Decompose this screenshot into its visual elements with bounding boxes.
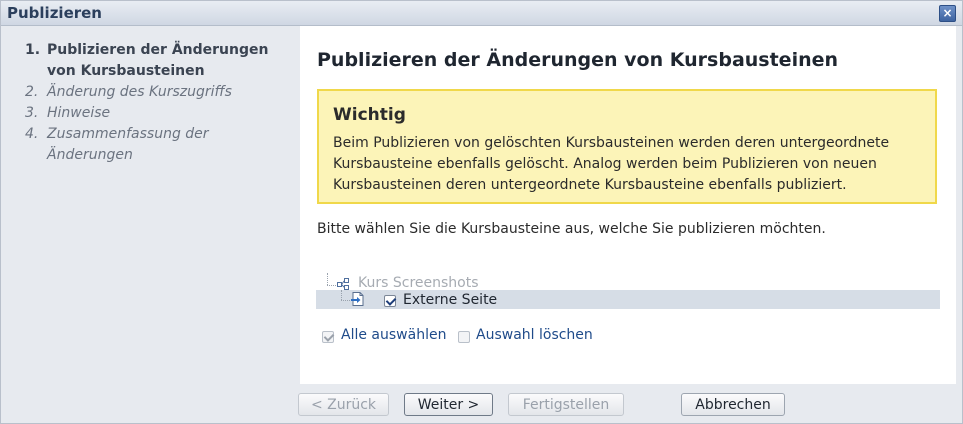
warning-title: Wichtig: [333, 105, 406, 125]
step-label: Zusammenfassung der Änderungen: [47, 126, 209, 163]
tree-connector: [327, 273, 328, 285]
wizard-step-2: 2. Änderung des Kurszugriffs: [25, 82, 277, 103]
step-label: Hinweise: [47, 105, 111, 121]
tree-connector: [341, 300, 350, 301]
step-label: Änderung des Kurszugriffs: [47, 84, 232, 100]
externe-seite-checkbox[interactable]: [384, 295, 396, 307]
instruction-text: Bitte wählen Sie die Kursbausteine aus, …: [317, 221, 826, 237]
external-page-icon: [351, 292, 364, 306]
clear-selection-checkbox[interactable]: [458, 331, 470, 343]
step-number: 2.: [25, 84, 39, 100]
step-number: 3.: [25, 105, 39, 121]
clear-selection-link[interactable]: Auswahl löschen: [476, 327, 593, 343]
warning-box: Wichtig Beim Publizieren von gelöschten …: [317, 89, 937, 204]
dialog-title: Publizieren: [7, 4, 102, 22]
tree-item-label[interactable]: Externe Seite: [403, 292, 497, 308]
step-label: Publizieren der Änderungen von Kursbaust…: [47, 42, 269, 79]
course-structure-icon: [337, 278, 349, 290]
close-icon[interactable]: ×: [939, 5, 956, 22]
step-number: 4.: [25, 126, 39, 142]
warning-text: Beim Publizieren von gelöschten Kursbaus…: [333, 135, 890, 193]
wizard-steps: 1. Publizieren der Änderungen von Kursbau…: [1, 26, 299, 386]
tree-connector: [327, 285, 336, 286]
publish-dialog: Publizieren × 1. Publizieren der Änderung…: [0, 0, 963, 424]
wizard-step-4: 4. Zusammenfassung der Änderungen: [25, 124, 277, 166]
page-title: Publizieren der Änderungen von Kursbaust…: [317, 49, 839, 71]
next-button[interactable]: Weiter >: [404, 393, 493, 416]
title-bar[interactable]: Publizieren ×: [1, 1, 962, 26]
content-panel: Publizieren der Änderungen von Kursbaust…: [300, 26, 956, 384]
tree-root-label[interactable]: Kurs Screenshots: [358, 275, 479, 291]
tree-connector: [341, 290, 342, 300]
select-all-checkbox[interactable]: [322, 331, 334, 343]
select-all-link[interactable]: Alle auswählen: [341, 327, 446, 343]
back-button[interactable]: < Zurück: [298, 393, 389, 416]
step-number: 1.: [25, 42, 41, 58]
wizard-step-1: 1. Publizieren der Änderungen von Kursbau…: [25, 40, 277, 82]
wizard-step-3: 3. Hinweise: [25, 103, 277, 124]
cancel-button[interactable]: Abbrechen: [681, 393, 785, 416]
finish-button[interactable]: Fertigstellen: [508, 393, 624, 416]
